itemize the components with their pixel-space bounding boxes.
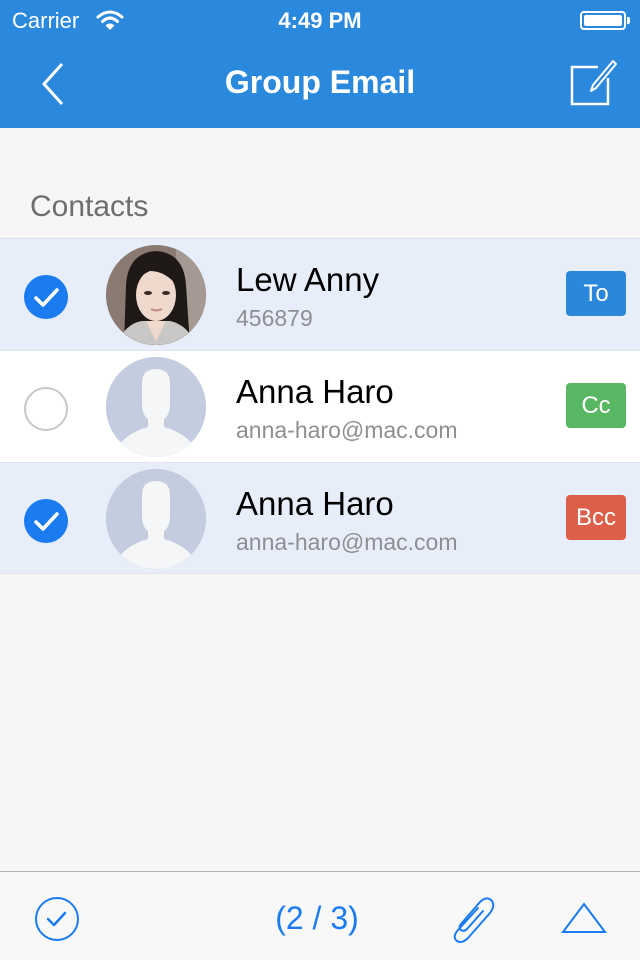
contact-detail: anna-haro@mac.com	[236, 417, 458, 443]
contact-name: Anna Haro	[236, 373, 394, 410]
compose-icon	[570, 60, 617, 106]
compose-button[interactable]	[564, 56, 620, 108]
contact-row[interactable]: Lew Anny 456879 To	[0, 238, 640, 350]
selection-count: (2 / 3)	[275, 900, 359, 936]
status-time: 4:49 PM	[278, 8, 362, 33]
portrait-photo-icon	[106, 245, 206, 345]
triangle-up-icon	[561, 902, 607, 933]
recipient-type-button[interactable]: Bcc	[566, 495, 626, 540]
contact-checkbox[interactable]	[24, 275, 68, 319]
navigation-header: Carrier 4:49 PM Group Email	[0, 0, 640, 128]
attach-button[interactable]	[448, 894, 496, 944]
contact-list: Lew Anny 456879 To Anna Haro anna-haro@m…	[0, 238, 640, 574]
avatar-photo	[106, 245, 206, 345]
contact-checkbox[interactable]	[24, 499, 68, 543]
recipient-type-button[interactable]: To	[566, 271, 626, 316]
person-silhouette-icon	[106, 357, 206, 457]
person-silhouette-icon	[106, 469, 206, 569]
contact-name: Anna Haro	[236, 485, 394, 522]
section-header-contacts: Contacts	[30, 190, 149, 223]
recipient-type-button[interactable]: Cc	[566, 383, 626, 428]
contact-name: Lew Anny	[236, 261, 380, 298]
contact-detail: anna-haro@mac.com	[236, 529, 458, 555]
paperclip-icon	[453, 897, 495, 943]
avatar-placeholder	[106, 357, 206, 457]
scroll-up-button[interactable]	[560, 900, 608, 936]
bottom-toolbar: (2 / 3)	[0, 871, 640, 960]
checkmark-icon	[34, 512, 59, 531]
contact-detail: 456879	[236, 305, 313, 331]
avatar-placeholder	[106, 469, 206, 569]
contact-row[interactable]: Anna Haro anna-haro@mac.com Bcc	[0, 462, 640, 574]
battery-icon	[580, 11, 630, 30]
page-title: Group Email	[224, 64, 416, 100]
contact-checkbox[interactable]	[24, 387, 68, 431]
checkmark-icon	[34, 288, 59, 307]
status-bar: Carrier 4:49 PM	[0, 0, 640, 40]
contact-row[interactable]: Anna Haro anna-haro@mac.com Cc	[0, 350, 640, 462]
